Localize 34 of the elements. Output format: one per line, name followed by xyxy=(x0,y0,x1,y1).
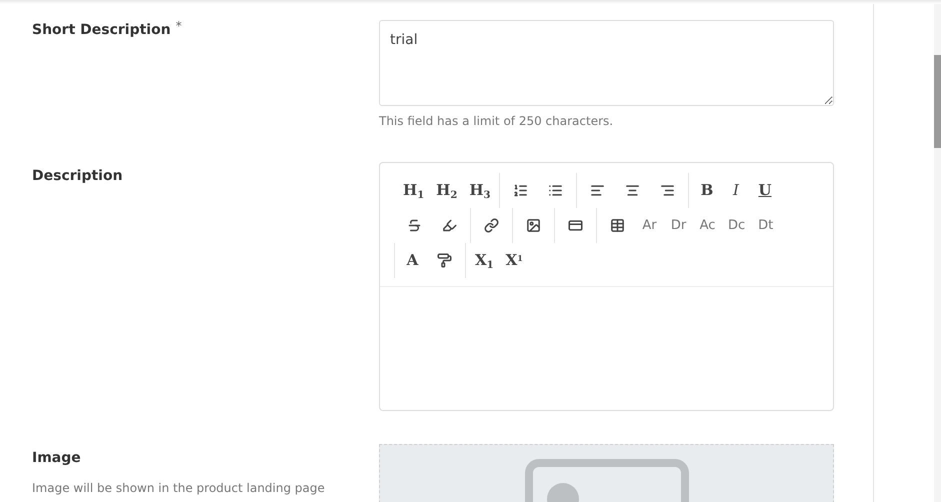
required-mark: * xyxy=(176,18,182,35)
paint-roller-icon xyxy=(437,253,452,268)
scrollbar-thumb[interactable] xyxy=(934,55,941,148)
align-center-icon xyxy=(625,183,640,198)
align-left-icon xyxy=(590,183,606,198)
strikethrough-icon xyxy=(407,218,422,233)
field-label: Short Description xyxy=(32,21,171,40)
card-icon xyxy=(568,218,583,233)
toolbar-button[interactable]: Dc xyxy=(722,210,752,240)
toolbar-button[interactable]: X$^{1}$ xyxy=(500,246,529,276)
marker-icon xyxy=(442,218,457,233)
toolbar-button[interactable]: H$_{2}$ xyxy=(430,176,464,206)
toolbar-button[interactable]: I xyxy=(721,176,750,206)
toolbar-button[interactable]: Ac xyxy=(693,210,722,240)
bulleted-list-icon xyxy=(548,183,564,198)
toolbar-button[interactable]: B xyxy=(692,176,722,206)
table-icon xyxy=(610,218,625,233)
toolbar-button[interactable]: Dr xyxy=(664,210,693,240)
ordered-list-icon xyxy=(513,183,528,198)
image-icon xyxy=(526,218,541,233)
field-description: Image will be shown in the product landing page xyxy=(32,480,326,497)
toolbar-button[interactable]: U xyxy=(750,176,780,206)
text-area[interactable]: trial xyxy=(379,20,834,106)
toolbar-button[interactable]: Dt xyxy=(751,210,780,240)
toolbar-button[interactable]: H$_{1}$ xyxy=(397,176,430,206)
toolbar-button[interactable]: A xyxy=(398,246,427,276)
align-right-icon xyxy=(660,183,676,198)
toolbar-button[interactable]: X$_{1}$ xyxy=(469,246,500,276)
link-icon xyxy=(484,218,499,233)
toolbar-button[interactable]: H$_{3}$ xyxy=(463,176,496,206)
toolbar-button[interactable]: Ar xyxy=(635,210,664,240)
field-label: Image xyxy=(32,449,81,468)
field-hint: This field has a limit of 250 characters. xyxy=(379,113,614,130)
field-label: Description xyxy=(32,167,123,186)
